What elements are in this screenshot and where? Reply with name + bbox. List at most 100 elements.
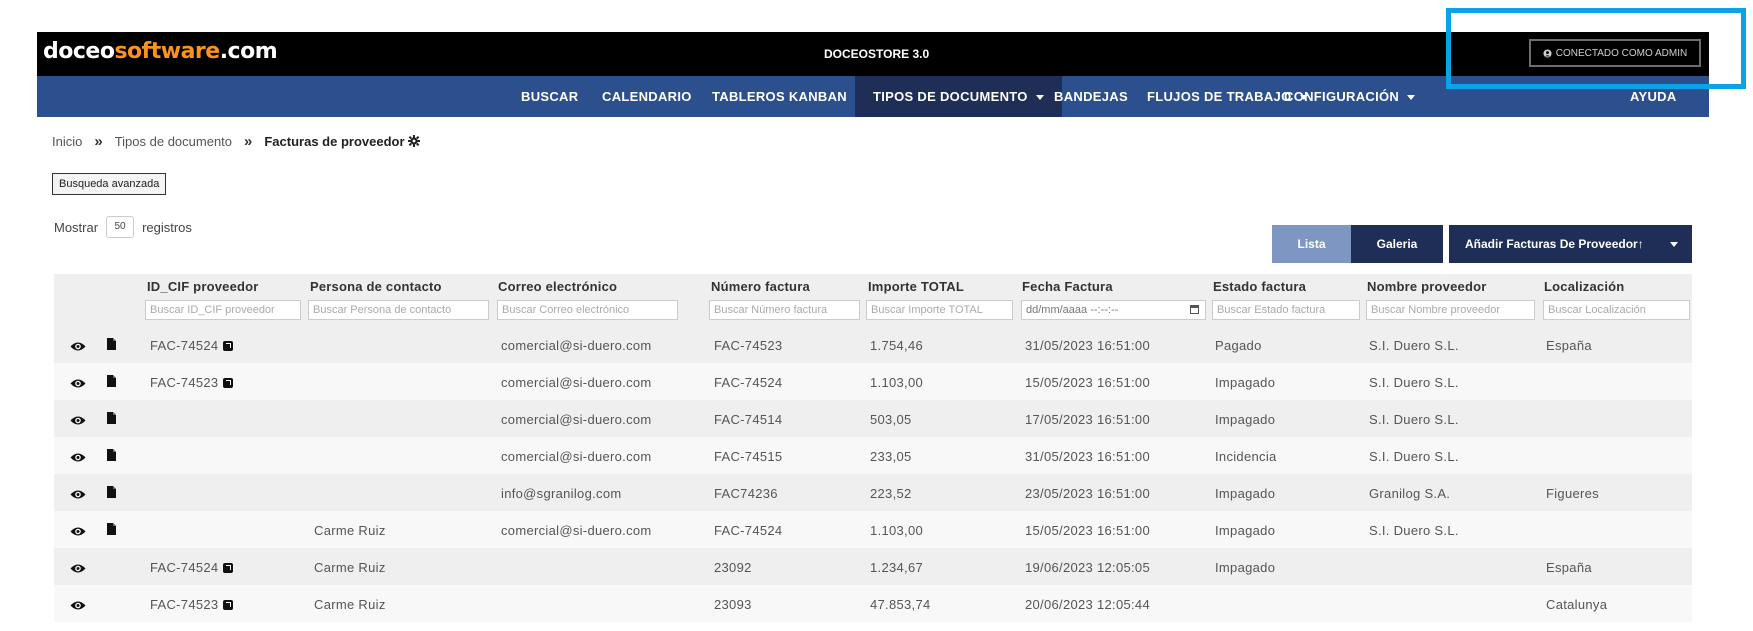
cell-email-text: info@sgranilog.com [501, 486, 622, 501]
eye-icon[interactable] [70, 413, 86, 431]
external-link-icon[interactable] [223, 341, 234, 351]
filter-total-input[interactable]: Buscar Importe TOTAL [866, 300, 1013, 320]
cell-status: Impagado [1215, 375, 1275, 390]
external-link-icon[interactable] [223, 378, 234, 388]
cell-invoice-number-text: 23092 [714, 560, 752, 575]
gear-icon[interactable] [408, 135, 421, 147]
document-icon[interactable] [107, 411, 116, 429]
nav-calendario[interactable]: CALENDARIO [602, 76, 692, 117]
app-title: DOCEOSTORE 3.0 [824, 47, 930, 61]
records-per-page-select[interactable]: 50 [106, 216, 135, 238]
filter-contact-input[interactable]: Buscar Persona de contacto [308, 300, 489, 320]
table-row[interactable]: comercial@si-duero.com FAC-74514 503,05 17/… [54, 400, 1692, 437]
nav-tableros-kanban[interactable]: TABLEROS KANBAN [712, 76, 863, 117]
cell-total-text: 223,52 [870, 486, 912, 501]
column-header-invoice-number[interactable]: Número factura [711, 279, 810, 294]
cell-contact-text: Carme Ruiz [314, 523, 386, 538]
add-invoice-button[interactable]: Añadir Facturas De Proveedor↑ [1449, 225, 1692, 263]
eye-icon[interactable] [70, 561, 86, 579]
document-icon[interactable] [107, 485, 116, 503]
external-link-icon[interactable] [223, 563, 234, 573]
eye-icon[interactable] [70, 376, 86, 394]
cell-date-text: 31/05/2023 16:51:00 [1025, 338, 1150, 353]
column-header-total[interactable]: Importe TOTAL [868, 279, 964, 294]
cell-total-text: 1.103,00 [870, 375, 924, 390]
table-row[interactable]: FAC-74523 comercial@si-duero.com FAC-74524… [54, 363, 1692, 400]
column-header-location[interactable]: Localización [1544, 279, 1624, 294]
cell-supplier-text: S.I. Duero S.L. [1369, 449, 1459, 464]
external-link-icon[interactable] [223, 600, 234, 610]
nav-configuracion[interactable]: CONFIGURACIÓN [1284, 76, 1416, 117]
cell-email: comercial@si-duero.com [501, 338, 652, 353]
cell-status-text: Impagado [1215, 523, 1276, 538]
view-list-button[interactable]: Lista [1272, 225, 1351, 263]
cell-date: 17/05/2023 16:51:00 [1025, 412, 1150, 427]
cell-location: España [1546, 560, 1592, 575]
cell-email-text: comercial@si-duero.com [501, 412, 652, 427]
eye-icon[interactable] [70, 450, 86, 468]
table-row[interactable]: comercial@si-duero.com FAC-74515 233,05 31/… [54, 437, 1692, 474]
column-header-date[interactable]: Fecha Factura [1022, 279, 1113, 294]
eye-icon[interactable] [70, 598, 86, 616]
cell-contact: Carme Ruiz [314, 560, 386, 575]
filter-email-input[interactable]: Buscar Correo electrónico [497, 300, 678, 320]
table-row[interactable]: Carme Ruiz comercial@si-duero.com FAC-7452… [54, 511, 1692, 548]
filter-id-cif-input[interactable]: Buscar ID_CIF proveedor [145, 300, 301, 320]
cell-date-text: 15/05/2023 16:51:00 [1025, 523, 1150, 538]
document-icon[interactable] [107, 448, 116, 466]
cell-date: 15/05/2023 16:51:00 [1025, 375, 1150, 390]
table-row[interactable]: info@sgranilog.com FAC74236 223,52 23/05/20… [54, 474, 1692, 511]
chevron-down-icon[interactable] [1670, 242, 1678, 247]
cell-total-text: 1.234,67 [870, 560, 924, 575]
breadcrumb-home[interactable]: Inicio [52, 134, 82, 149]
cell-total: 47.853,74 [870, 597, 931, 612]
breadcrumb-section[interactable]: Tipos de documento [115, 134, 232, 149]
filter-location-input[interactable]: Buscar Localización [1543, 300, 1690, 320]
cell-email-text: comercial@si-duero.com [501, 523, 652, 538]
cell-status-text: Impagado [1215, 486, 1276, 501]
document-icon[interactable] [107, 337, 116, 355]
eye-icon[interactable] [70, 524, 86, 542]
filter-date-input[interactable]: dd/mm/aaaa --:--:-- [1021, 300, 1206, 320]
cell-supplier-text: S.I. Duero S.L. [1369, 375, 1459, 390]
filter-status-input[interactable]: Buscar Estado factura [1212, 300, 1360, 320]
logo[interactable]: doceosoftware.com [43, 39, 278, 64]
column-header-id-cif[interactable]: ID_CIF proveedor [147, 279, 259, 294]
cell-invoice-number: 23092 [714, 560, 752, 575]
column-header-supplier[interactable]: Nombre proveedor [1367, 279, 1487, 294]
nav-bandejas[interactable]: BANDEJAS [1054, 76, 1128, 117]
column-header-status[interactable]: Estado factura [1213, 279, 1306, 294]
eye-icon[interactable] [70, 487, 86, 505]
cell-email-text: comercial@si-duero.com [501, 338, 652, 353]
nav-tipos-de-documento[interactable]: TIPOS DE DOCUMENTO [855, 76, 1062, 117]
nav-buscar[interactable]: BUSCAR [521, 76, 578, 117]
cell-supplier-text: S.I. Duero S.L. [1369, 523, 1459, 538]
document-icon[interactable] [107, 374, 116, 392]
cell-date: 31/05/2023 16:51:00 [1025, 449, 1150, 464]
cell-supplier-text: S.I. Duero S.L. [1369, 412, 1459, 427]
filter-invoice-number-input[interactable]: Buscar Número factura [709, 300, 860, 320]
document-icon[interactable] [107, 522, 116, 540]
advanced-search-button[interactable]: Busqueda avanzada [52, 173, 167, 195]
breadcrumb-current: Facturas de proveedor [264, 134, 421, 149]
eye-icon[interactable] [70, 339, 86, 357]
column-header-email[interactable]: Correo electrónico [498, 279, 617, 294]
cell-supplier: S.I. Duero S.L. [1369, 523, 1459, 538]
cell-contact: Carme Ruiz [314, 597, 386, 612]
table-row[interactable]: FAC-74524 Carme Ruiz 23092 1.234,67 19/06/20… [54, 548, 1692, 585]
cell-invoice-number-text: FAC-74515 [714, 449, 783, 464]
cell-supplier-text: Granilog S.A. [1369, 486, 1451, 501]
calendar-icon[interactable] [1190, 305, 1199, 314]
cell-status-text: Impagado [1215, 560, 1276, 575]
view-gallery-button[interactable]: Galeria [1351, 225, 1443, 263]
cell-supplier: S.I. Duero S.L. [1369, 375, 1459, 390]
table-row[interactable]: FAC-74524 comercial@si-duero.com FAC-74523… [54, 326, 1692, 363]
filter-supplier-input[interactable]: Buscar Nombre proveedor [1366, 300, 1535, 320]
table-row[interactable]: FAC-74523 Carme Ruiz 23093 47.853,74 20/06/2… [54, 585, 1692, 622]
cell-date-text: 31/05/2023 16:51:00 [1025, 449, 1150, 464]
show-label: Mostrar [54, 219, 99, 235]
cell-contact-text: Carme Ruiz [314, 597, 386, 612]
column-header-contact[interactable]: Persona de contacto [310, 279, 442, 294]
cell-status-text: Impagado [1215, 375, 1276, 390]
cell-location-text: España [1546, 560, 1592, 575]
